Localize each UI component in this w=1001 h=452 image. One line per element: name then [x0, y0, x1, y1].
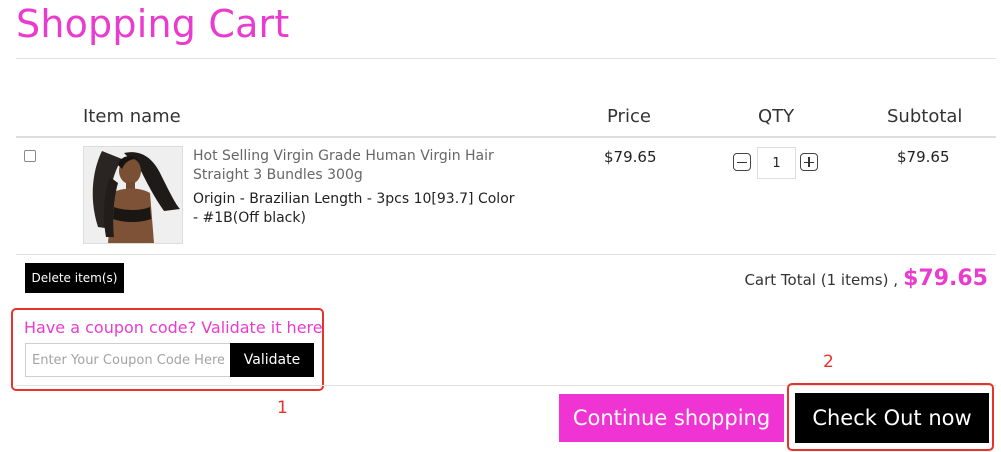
continue-shopping-button[interactable]: Continue shopping	[559, 394, 784, 442]
title-divider	[16, 58, 996, 59]
column-header-qty: QTY	[758, 106, 795, 127]
item-price: $79.65	[604, 148, 657, 166]
item-subtotal: $79.65	[897, 148, 950, 166]
product-photo-icon	[84, 147, 182, 243]
page-title: Shopping Cart	[16, 2, 290, 46]
coupon-title: Have a coupon code? Validate it here	[24, 318, 323, 337]
plus-square-icon[interactable]	[800, 153, 818, 171]
annotation-label-1: 1	[277, 398, 288, 418]
row-divider	[16, 254, 996, 255]
cart-total: Cart Total (1 items) , $79.65	[744, 266, 988, 291]
checkout-button[interactable]: Check Out now	[795, 393, 989, 443]
header-divider	[16, 136, 996, 138]
cart-total-amount: $79.65	[903, 266, 988, 291]
item-select-checkbox[interactable]	[24, 150, 36, 162]
delete-items-button[interactable]: Delete item(s)	[25, 263, 124, 293]
minus-square-icon[interactable]	[733, 153, 751, 171]
column-header-item-name: Item name	[83, 106, 181, 127]
column-header-subtotal: Subtotal	[887, 106, 963, 127]
quantity-input[interactable]	[757, 147, 796, 179]
product-attributes: Origin - Brazilian Length - 3pcs 10[93.7…	[193, 191, 515, 226]
annotation-label-2: 2	[823, 352, 834, 372]
validate-button[interactable]: Validate	[230, 343, 314, 377]
coupon-code-input[interactable]	[25, 343, 231, 377]
product-thumbnail[interactable]	[83, 146, 183, 244]
column-header-price: Price	[607, 106, 651, 127]
product-name[interactable]: Hot Selling Virgin Grade Human Virgin Ha…	[193, 147, 553, 185]
cart-total-label: Cart Total (1 items) ,	[744, 271, 898, 289]
